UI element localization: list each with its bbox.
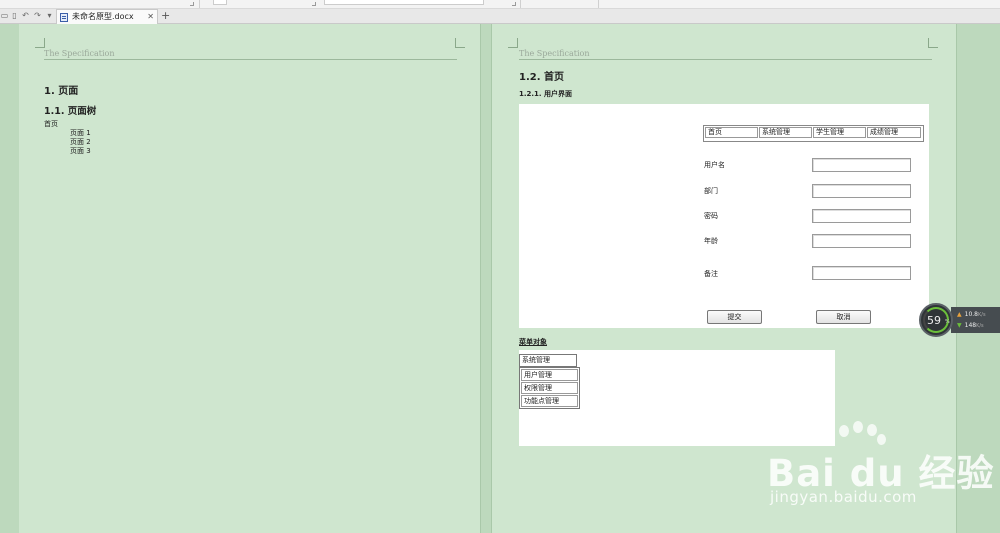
page-header-text: The Specification	[44, 49, 115, 58]
header-rule	[44, 59, 457, 60]
nav-item-students[interactable]: 学生管理	[813, 127, 866, 138]
label-password: 密码	[704, 212, 718, 220]
memory-gauge[interactable]: 59 %	[919, 303, 953, 337]
department-input[interactable]	[812, 184, 911, 198]
label-department: 部门	[704, 187, 718, 195]
print-icon[interactable]: ▭	[0, 11, 9, 21]
label-username: 用户名	[704, 161, 725, 169]
heading-pages: 1. 页面	[44, 86, 79, 97]
password-input[interactable]	[812, 209, 911, 223]
download-value: 148	[964, 322, 977, 329]
page-edge	[480, 24, 481, 533]
nav-item-grades[interactable]: 成绩管理	[867, 127, 921, 138]
upload-value: 10.8	[964, 311, 978, 318]
upload-arrow-icon: ▲	[957, 311, 962, 318]
heading-menu-object: 菜单对象	[519, 338, 547, 346]
margin-corner-mark	[455, 38, 465, 48]
document-tab-bar: ▭ ▯ ↶ ↷ ▾ 未命名原型.docx ✕ +	[0, 9, 1000, 24]
dialog-launcher-icon[interactable]	[190, 2, 194, 6]
redo-icon[interactable]: ↷	[33, 11, 42, 21]
nav-table: 首页 系统管理 学生管理 成绩管理	[703, 125, 924, 142]
username-input[interactable]	[812, 158, 911, 172]
menu-system-management[interactable]: 系统管理	[519, 354, 577, 367]
close-tab-icon[interactable]: ✕	[147, 11, 154, 23]
margin-corner-mark	[35, 38, 45, 48]
paw-logo-icon	[839, 425, 849, 437]
margin-corner-mark	[508, 38, 518, 48]
gauge-percent: 59	[927, 314, 941, 327]
download-arrow-icon: ▼	[957, 322, 962, 329]
undo-icon[interactable]: ↶	[21, 11, 30, 21]
gauge-percent-unit: %	[945, 319, 950, 325]
ui-mockup: 首页 系统管理 学生管理 成绩管理 用户名 部门 密码 年龄 备注 提交 取消	[519, 104, 929, 328]
print-preview-icon[interactable]: ▯	[10, 11, 19, 21]
paw-logo-icon	[867, 424, 877, 436]
heading-home: 1.2. 首页	[519, 72, 564, 83]
workspace-gutter-left	[0, 24, 19, 533]
nav-item-home[interactable]: 首页	[705, 127, 758, 138]
speed-unit: K/s	[976, 323, 984, 329]
customize-chevron-icon[interactable]: ▾	[45, 11, 54, 21]
cancel-button[interactable]: 取消	[816, 310, 871, 324]
ribbon-control[interactable]	[213, 0, 227, 5]
tree-item: 页面 2	[70, 138, 91, 146]
menu-item-user-management[interactable]: 用户管理	[521, 369, 578, 381]
margin-corner-mark	[928, 38, 938, 48]
speed-unit: K/s	[977, 312, 986, 318]
remarks-input[interactable]	[812, 266, 911, 280]
label-age: 年龄	[704, 237, 718, 245]
upload-speed: ▲ 10.8K/s	[957, 311, 986, 318]
tree-item: 页面 1	[70, 129, 91, 137]
download-speed: ▼ 148K/s	[957, 322, 984, 329]
menu-item-permission-management[interactable]: 权限管理	[521, 382, 578, 394]
page-header-text: The Specification	[519, 49, 590, 58]
age-input[interactable]	[812, 234, 911, 248]
label-remarks: 备注	[704, 270, 718, 278]
tree-root: 首页	[44, 120, 58, 128]
paw-logo-icon	[853, 421, 863, 433]
document-page-1[interactable]: The Specification 1. 页面 1.1. 页面树 首页 页面 1…	[19, 24, 480, 533]
ribbon-strip	[0, 0, 1000, 9]
watermark-url: jingyan.baidu.com	[770, 488, 917, 506]
heading-user-interface: 1.2.1. 用户界面	[519, 90, 573, 98]
nav-item-system[interactable]: 系统管理	[759, 127, 812, 138]
submit-button[interactable]: 提交	[707, 310, 762, 324]
ribbon-separator	[520, 0, 521, 8]
word-doc-icon	[60, 13, 68, 22]
header-rule	[519, 59, 932, 60]
dialog-launcher-icon[interactable]	[512, 2, 516, 6]
dialog-launcher-icon[interactable]	[312, 2, 316, 6]
tab-document-title: 未命名原型.docx	[72, 12, 134, 21]
dropdown-menu: 用户管理 权限管理 功能点管理	[519, 367, 580, 409]
tab-document[interactable]: 未命名原型.docx ✕	[56, 9, 158, 24]
ribbon-separator	[598, 0, 599, 8]
heading-page-tree: 1.1. 页面树	[44, 106, 97, 117]
menu-item-function-management[interactable]: 功能点管理	[521, 395, 578, 407]
ribbon-separator	[199, 0, 200, 8]
new-tab-icon[interactable]: +	[161, 9, 170, 23]
ribbon-gallery[interactable]	[324, 0, 484, 5]
speed-panel: ▲ 10.8K/s ▼ 148K/s	[951, 307, 1000, 333]
baidu-jingyan-watermark: Bai du 经验 jingyan.baidu.com	[767, 420, 997, 510]
tree-item: 页面 3	[70, 147, 91, 155]
